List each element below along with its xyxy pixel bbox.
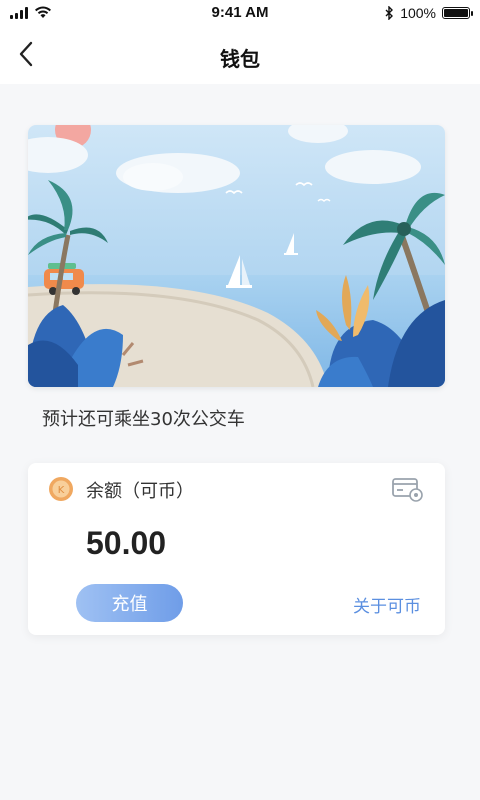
balance-label: 余额（可币） — [86, 481, 194, 502]
card-gear-icon — [392, 478, 423, 502]
page-title: 钱包 — [220, 47, 260, 71]
nav-bar: 钱包 — [0, 26, 480, 84]
bluetooth-icon — [385, 6, 394, 20]
balance-card: K 余额（可币） 50.00 充值 关于可币 — [28, 463, 445, 635]
coin-icon: K — [49, 477, 73, 501]
recharge-button[interactable]: 充值 — [76, 584, 183, 622]
svg-text:K: K — [58, 485, 65, 496]
balance-amount: 50.00 — [86, 525, 167, 561]
card-settings-icon[interactable] — [391, 475, 423, 503]
status-bar: 9:41 AM 100% — [0, 0, 480, 26]
beach-illustration — [28, 125, 445, 387]
about-coins-link[interactable]: 关于可币 — [353, 592, 421, 617]
wallet-banner-illustration — [28, 125, 445, 387]
battery-icon — [442, 7, 473, 19]
battery-percent: 100% — [400, 5, 436, 21]
status-right: 100% — [385, 5, 473, 21]
ride-estimate-text: 预计还可乘坐30次公交车 — [42, 409, 245, 430]
